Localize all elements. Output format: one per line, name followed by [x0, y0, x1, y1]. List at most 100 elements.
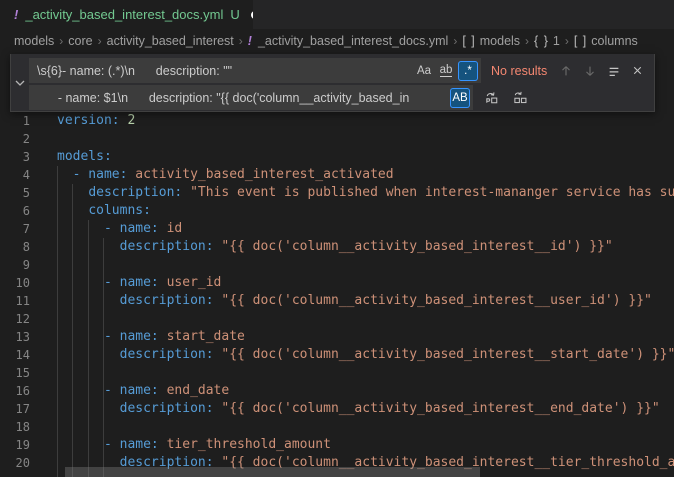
breadcrumb-item[interactable]: core: [68, 34, 92, 48]
close-icon: [631, 64, 644, 77]
selection-lines-icon: [607, 64, 621, 78]
code-token: "{{ doc('column__activity_based_interest…: [221, 347, 674, 362]
line-number[interactable]: 3: [0, 148, 30, 166]
line-number[interactable]: 16: [0, 382, 30, 400]
breadcrumb-item[interactable]: { }1: [534, 34, 560, 48]
code-line[interactable]: 2: [0, 130, 674, 148]
line-number[interactable]: 15: [0, 364, 30, 382]
code-line-text: - name: start_date: [30, 328, 245, 346]
line-number[interactable]: 2: [0, 130, 30, 148]
replace-input[interactable]: - name: $1\n description: "{{ doc('colum…: [29, 85, 473, 110]
code-line[interactable]: 1version: 2: [0, 112, 674, 130]
breadcrumb-label: models: [14, 34, 54, 48]
breadcrumb-item[interactable]: [ ]columns: [574, 34, 638, 48]
code-token: description:: [88, 185, 182, 200]
code-token: user_id: [167, 275, 222, 290]
code-token: [57, 437, 104, 452]
line-number[interactable]: 17: [0, 400, 30, 418]
code-line[interactable]: 15: [0, 364, 674, 382]
code-line[interactable]: 3models:: [0, 148, 674, 166]
line-number[interactable]: 5: [0, 184, 30, 202]
code-token: - name:: [73, 167, 128, 182]
code-line[interactable]: 16 - name: end_date: [0, 382, 674, 400]
breadcrumb-separator-icon: ›: [59, 34, 63, 48]
breadcrumb: models›core›activity_based_interest›!_ac…: [0, 29, 674, 52]
find-in-selection-button[interactable]: [603, 60, 624, 81]
code-line[interactable]: 9: [0, 256, 674, 274]
horizontal-scrollbar[interactable]: [65, 467, 480, 477]
code-line[interactable]: 13 - name: start_date: [0, 328, 674, 346]
code-line[interactable]: 11 description: "{{ doc('column__activit…: [0, 292, 674, 310]
find-input-value[interactable]: \s{6}- name: (.*)\n description: "": [37, 64, 412, 78]
code-line[interactable]: 6 columns:: [0, 202, 674, 220]
line-number[interactable]: 10: [0, 274, 30, 292]
breadcrumb-item[interactable]: activity_based_interest: [107, 34, 234, 48]
code-line[interactable]: 8 description: "{{ doc('column__activity…: [0, 238, 674, 256]
next-match-button[interactable]: [579, 60, 600, 81]
code-line[interactable]: 5 description: "This event is published …: [0, 184, 674, 202]
line-number[interactable]: 19: [0, 436, 30, 454]
breadcrumb-item[interactable]: models: [14, 34, 54, 48]
tab-active-file[interactable]: ! _activity_based_interest_docs.yml U: [0, 0, 253, 29]
arrow-up-icon: [559, 64, 573, 78]
close-find-button[interactable]: [627, 60, 648, 81]
code-line[interactable]: 7 - name: id: [0, 220, 674, 238]
replace-icon: [484, 90, 499, 105]
code-line[interactable]: 10 - name: user_id: [0, 274, 674, 292]
match-case-toggle[interactable]: Aa: [414, 61, 434, 81]
code-line[interactable]: 19 - name: tier_threshold_amount: [0, 436, 674, 454]
code-line-text: [30, 256, 57, 274]
replace-row: - name: $1\n description: "{{ doc('colum…: [29, 85, 648, 110]
unsaved-dot-icon[interactable]: [251, 11, 253, 19]
code-line[interactable]: 18: [0, 418, 674, 436]
find-results-label: No results: [491, 64, 547, 78]
code-token: [57, 221, 104, 236]
breadcrumb-item[interactable]: !_activity_based_interest_docs.yml: [248, 34, 449, 48]
replace-input-value[interactable]: - name: $1\n description: "{{ doc('colum…: [37, 91, 448, 105]
code-token: columns:: [88, 203, 151, 218]
line-number[interactable]: 9: [0, 256, 30, 274]
replace-all-button[interactable]: [510, 87, 531, 108]
code-token: [159, 329, 167, 344]
replace-button[interactable]: [481, 87, 502, 108]
line-number[interactable]: 11: [0, 292, 30, 310]
code-line-text: columns:: [30, 202, 151, 220]
line-number[interactable]: 8: [0, 238, 30, 256]
code-token: "{{ doc('column__activity_based_interest…: [221, 401, 659, 416]
code-line[interactable]: 17 description: "{{ doc('column__activit…: [0, 400, 674, 418]
toggle-replace-chevron[interactable]: [11, 54, 29, 111]
whole-word-icon: ab: [440, 65, 453, 77]
breadcrumb-label: models: [480, 34, 520, 48]
line-number[interactable]: 18: [0, 418, 30, 436]
code-line-text: description: "This event is published wh…: [30, 184, 674, 202]
line-number[interactable]: 13: [0, 328, 30, 346]
breadcrumb-item[interactable]: [ ]models: [462, 34, 520, 48]
line-number[interactable]: 6: [0, 202, 30, 220]
preserve-case-toggle[interactable]: AB: [450, 88, 470, 108]
code-line[interactable]: 12: [0, 310, 674, 328]
line-number[interactable]: 12: [0, 310, 30, 328]
code-line-text: - name: user_id: [30, 274, 221, 292]
line-number[interactable]: 4: [0, 166, 30, 184]
previous-match-button[interactable]: [555, 60, 576, 81]
code-token: id: [167, 221, 183, 236]
code-token: - name:: [104, 221, 159, 236]
find-input[interactable]: \s{6}- name: (.*)\n description: "" Aaab…: [29, 58, 481, 83]
code-token: [57, 203, 88, 218]
code-line[interactable]: 4 - name: activity_based_interest_activa…: [0, 166, 674, 184]
find-replace-widget: \s{6}- name: (.*)\n description: "" Aaab…: [10, 54, 655, 112]
use-regex-toggle[interactable]: .*: [458, 61, 478, 81]
code-token: [182, 185, 190, 200]
whole-word-toggle[interactable]: ab: [436, 61, 456, 81]
code-token: tier_threshold_amount: [167, 437, 331, 452]
code-editor[interactable]: 1version: 223models:4 - name: activity_b…: [0, 112, 674, 472]
line-number[interactable]: 7: [0, 220, 30, 238]
code-line-text: - name: end_date: [30, 382, 229, 400]
code-line[interactable]: 14 description: "{{ doc('column__activit…: [0, 346, 674, 364]
line-number[interactable]: 1: [0, 112, 30, 130]
breadcrumb-label: core: [68, 34, 92, 48]
line-number[interactable]: 14: [0, 346, 30, 364]
line-number[interactable]: 20: [0, 454, 30, 472]
code-token: - name:: [104, 437, 159, 452]
chevron-down-icon: [14, 77, 26, 89]
